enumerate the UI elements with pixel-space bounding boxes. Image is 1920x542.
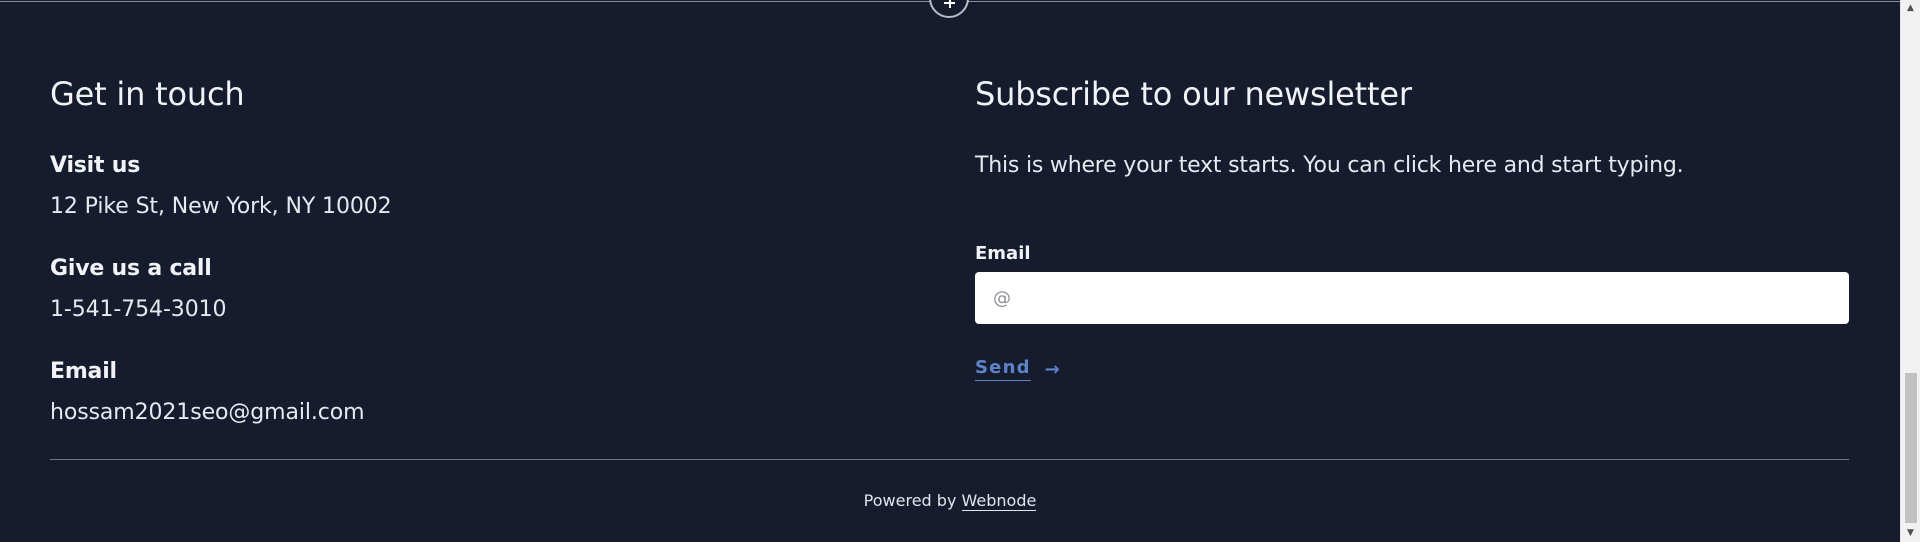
newsletter-description: This is where your text starts. You can … xyxy=(975,153,1684,178)
contact-title: Get in touch xyxy=(50,75,245,113)
footer-divider xyxy=(50,459,1849,460)
scrollbar-thumb[interactable] xyxy=(1905,373,1917,523)
send-button[interactable]: Send → xyxy=(975,357,1060,381)
scroll-up-arrow-icon[interactable]: ▲ xyxy=(1901,0,1920,17)
newsletter-title: Subscribe to our newsletter xyxy=(975,75,1412,113)
email-address[interactable]: hossam2021seo@gmail.com xyxy=(50,400,365,425)
arrow-right-icon: → xyxy=(1044,358,1060,380)
add-section-button[interactable] xyxy=(929,0,969,18)
call-us-label: Give us a call xyxy=(50,256,212,281)
webnode-link[interactable]: Webnode xyxy=(961,491,1037,511)
phone-number[interactable]: 1-541-754-3010 xyxy=(50,297,226,322)
powered-by: Powered by Webnode xyxy=(0,491,1900,511)
address-text: 12 Pike St, New York, NY 10002 xyxy=(50,194,392,219)
footer-page: Get in touch Visit us 12 Pike St, New Yo… xyxy=(0,0,1920,542)
send-label: Send xyxy=(975,357,1031,381)
vertical-scrollbar[interactable]: ▲ ▼ xyxy=(1900,0,1920,542)
email-field-label: Email xyxy=(975,243,1031,264)
visit-us-label: Visit us xyxy=(50,153,141,178)
scroll-down-arrow-icon[interactable]: ▼ xyxy=(1901,525,1920,542)
powered-by-prefix: Powered by xyxy=(863,491,962,510)
email-input[interactable] xyxy=(975,272,1849,324)
email-label: Email xyxy=(50,359,117,384)
